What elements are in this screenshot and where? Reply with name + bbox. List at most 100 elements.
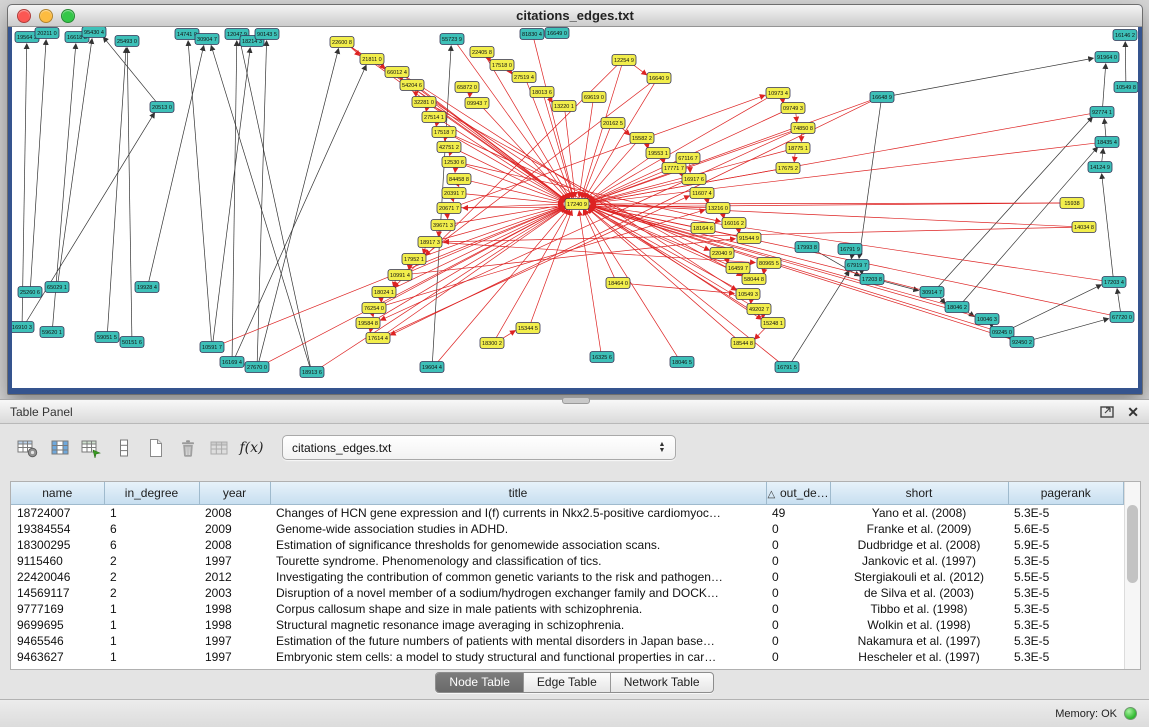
- network-edge[interactable]: [590, 169, 668, 201]
- columns-icon[interactable]: [46, 435, 73, 460]
- import-table-icon[interactable]: [78, 435, 105, 460]
- table-cell[interactable]: Yano et al. (2008): [830, 505, 1008, 522]
- network-node[interactable]: 16146 2: [1113, 30, 1137, 41]
- close-panel-icon[interactable]: ✕: [1127, 405, 1139, 419]
- network-edge[interactable]: [436, 242, 755, 262]
- table-cell[interactable]: 0: [766, 633, 830, 649]
- table-cell[interactable]: 5.5E-5: [1008, 569, 1124, 585]
- network-node[interactable]: 12254 9: [612, 55, 636, 66]
- table-row[interactable]: 946362711997Embryonic stem cells: a mode…: [11, 649, 1124, 665]
- network-node[interactable]: 91964 0: [1095, 52, 1119, 63]
- table-cell[interactable]: Nakamura et al. (1997): [830, 633, 1008, 649]
- table-cell[interactable]: Genome-wide association studies in ADHD.: [270, 521, 766, 537]
- table-cell[interactable]: 1: [104, 649, 199, 665]
- network-edge[interactable]: [188, 41, 211, 343]
- network-node[interactable]: 19584 8: [356, 318, 380, 329]
- network-node[interactable]: 12530 6: [442, 157, 466, 168]
- table-cell[interactable]: 5.3E-5: [1008, 505, 1124, 522]
- network-edge[interactable]: [1117, 289, 1121, 313]
- network-edge[interactable]: [1007, 285, 1101, 331]
- column-header-title[interactable]: title: [270, 482, 766, 505]
- table-cell[interactable]: 22420046: [11, 569, 104, 585]
- table-cell[interactable]: 0: [766, 553, 830, 569]
- network-node[interactable]: 09749 3: [781, 103, 805, 114]
- network-edge[interactable]: [103, 37, 158, 104]
- network-node[interactable]: 16648 9: [870, 92, 894, 103]
- network-node[interactable]: 27514 1: [422, 112, 446, 123]
- network-node[interactable]: 16910 3: [12, 322, 34, 333]
- function-builder-icon[interactable]: f(x): [238, 435, 265, 460]
- network-node[interactable]: 90143 5: [255, 29, 279, 40]
- table-cell[interactable]: Embryonic stem cells: a model to study s…: [270, 649, 766, 665]
- table-cell[interactable]: 5.3E-5: [1008, 617, 1124, 633]
- table-cell[interactable]: 0: [766, 585, 830, 601]
- table-cell[interactable]: Corpus callosum shape and size in male p…: [270, 601, 766, 617]
- network-node[interactable]: 18435 4: [1095, 137, 1119, 148]
- network-edge[interactable]: [383, 196, 689, 337]
- network-edge[interactable]: [211, 46, 310, 369]
- table-cell[interactable]: 5.6E-5: [1008, 521, 1124, 537]
- network-edge[interactable]: [25, 113, 154, 324]
- table-cell[interactable]: 2: [104, 585, 199, 601]
- network-node[interactable]: 16917 6: [682, 174, 706, 185]
- table-cell[interactable]: Wolkin et al. (1998): [830, 617, 1008, 633]
- table-cell[interactable]: 0: [766, 537, 830, 553]
- network-edge[interactable]: [58, 39, 92, 283]
- network-node[interactable]: 11607 4: [690, 188, 714, 199]
- network-edge[interactable]: [534, 38, 574, 197]
- network-node[interactable]: 18046 2: [945, 302, 969, 313]
- network-node[interactable]: 10549 3: [736, 289, 760, 300]
- network-node[interactable]: 16459 7: [726, 263, 750, 274]
- disabled-table-icon[interactable]: [206, 435, 233, 460]
- table-cell[interactable]: 0: [766, 569, 830, 585]
- table-cell[interactable]: 1997: [199, 633, 270, 649]
- table-cell[interactable]: 5.9E-5: [1008, 537, 1124, 553]
- table-cell[interactable]: Stergiakouli et al. (2012): [830, 569, 1008, 585]
- network-node[interactable]: 16791 5: [775, 362, 799, 373]
- network-node[interactable]: 22040 9: [710, 248, 734, 259]
- table-cell[interactable]: 19384554: [11, 521, 104, 537]
- network-node[interactable]: 19604 4: [420, 362, 444, 373]
- table-row[interactable]: 1830029562008Estimation of significance …: [11, 537, 1124, 553]
- network-node[interactable]: 16169 4: [220, 357, 244, 368]
- table-row[interactable]: 969969511998Structural magnetic resonanc…: [11, 617, 1124, 633]
- table-cell[interactable]: Tourette syndrome. Phenomenology and cla…: [270, 553, 766, 569]
- network-canvas[interactable]: 17240 922600 821811 066012 454204 632281…: [12, 27, 1138, 388]
- network-node[interactable]: 55723 9: [440, 34, 464, 45]
- network-node[interactable]: 58044 8: [742, 274, 766, 285]
- table-row[interactable]: 1938455462009Genome-wide association stu…: [11, 521, 1124, 537]
- network-node[interactable]: 20513 0: [150, 102, 174, 113]
- column-header-year[interactable]: year: [199, 482, 270, 505]
- table-cell[interactable]: 14569117: [11, 585, 104, 601]
- network-graph[interactable]: 17240 922600 821811 066012 454204 632281…: [12, 27, 1138, 388]
- network-node[interactable]: 92450 2: [1010, 337, 1034, 348]
- table-row[interactable]: 946554611997Estimation of the future num…: [11, 633, 1124, 649]
- table-cell[interactable]: 9465546: [11, 633, 104, 649]
- network-node[interactable]: 14034 8: [1072, 222, 1096, 233]
- network-edge[interactable]: [579, 211, 601, 353]
- table-cell[interactable]: 9699695: [11, 617, 104, 633]
- network-node[interactable]: 18917 3: [418, 237, 442, 248]
- network-node[interactable]: 16791 9: [838, 244, 862, 255]
- network-edge[interactable]: [1102, 174, 1114, 278]
- network-node[interactable]: 92774 1: [1090, 107, 1114, 118]
- network-node[interactable]: 67919 7: [845, 260, 869, 271]
- network-edge[interactable]: [1104, 119, 1106, 138]
- scrollbar-thumb[interactable]: [1127, 505, 1138, 583]
- network-node[interactable]: 95430 4: [82, 27, 106, 38]
- table-cell[interactable]: 0: [766, 601, 830, 617]
- network-node[interactable]: 21811 0: [360, 54, 384, 65]
- table-cell[interactable]: 6: [104, 521, 199, 537]
- network-node[interactable]: 10991 4: [388, 270, 412, 281]
- network-node[interactable]: 18464 0: [606, 278, 630, 289]
- network-node[interactable]: 25260 6: [18, 287, 42, 298]
- table-cell[interactable]: de Silva et al. (2003): [830, 585, 1008, 601]
- network-node[interactable]: 59051 5: [95, 332, 119, 343]
- table-row[interactable]: 1872400712008Changes of HCN gene express…: [11, 505, 1124, 522]
- delete-icon[interactable]: [174, 435, 201, 460]
- network-edge[interactable]: [1102, 149, 1104, 163]
- network-node[interactable]: 13216 0: [706, 203, 730, 214]
- network-node[interactable]: 15938: [1060, 198, 1084, 209]
- network-node[interactable]: 32281 0: [412, 97, 436, 108]
- network-edge[interactable]: [859, 101, 881, 258]
